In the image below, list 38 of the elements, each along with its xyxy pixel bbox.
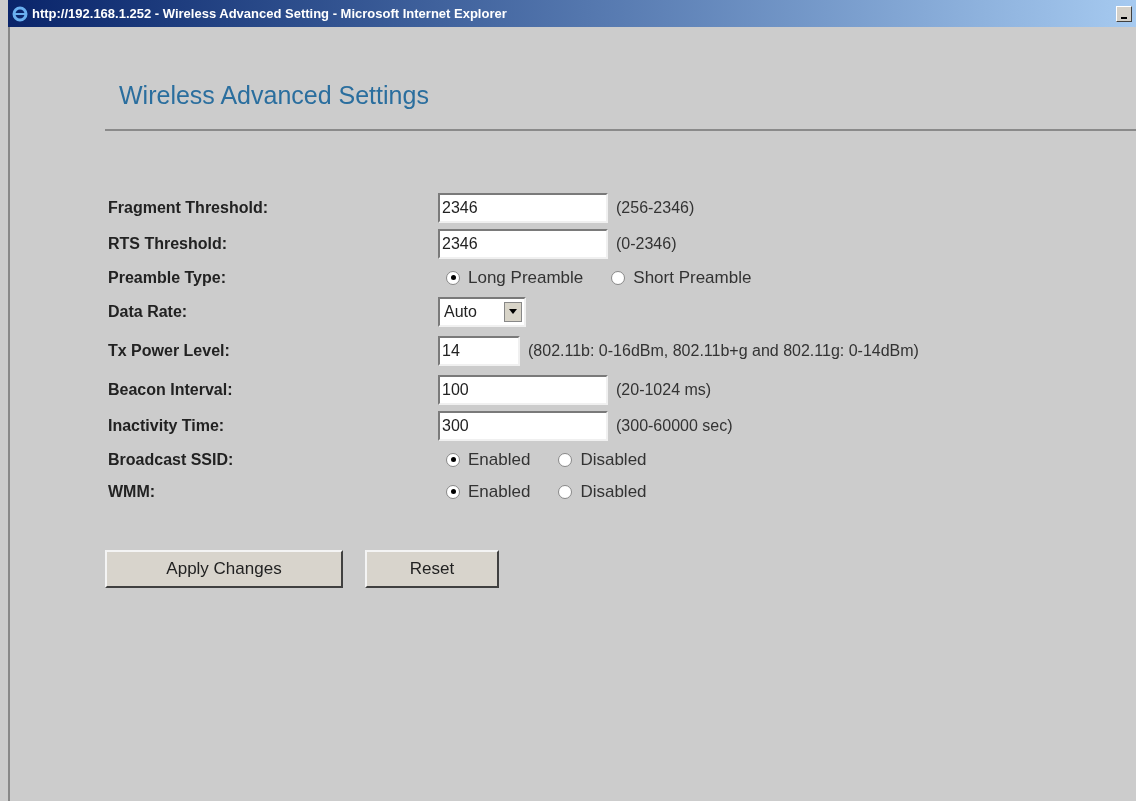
- hint-text: (256-2346): [616, 197, 695, 218]
- radio-button[interactable]: [446, 452, 460, 467]
- hint-text: (0-2346): [616, 233, 677, 254]
- hint-text: (300-60000 sec): [616, 415, 733, 436]
- field-label: Fragment Threshold:: [107, 197, 269, 218]
- input-field[interactable]: 2346: [438, 192, 608, 223]
- field-label: Beacon Interval:: [107, 379, 234, 400]
- dropdown[interactable]: Auto: [438, 296, 526, 327]
- field-label: Data Rate:: [107, 301, 189, 322]
- radio-button[interactable]: [558, 484, 573, 499]
- radio-label: Long Preamble: [468, 266, 584, 289]
- field-label: Preamble Type:: [107, 267, 227, 288]
- field-label: Broadcast SSID:: [107, 449, 235, 470]
- input-field[interactable]: 2346: [438, 228, 608, 259]
- radio-label: Short Preamble: [633, 266, 752, 289]
- radio-label: Enabled: [468, 448, 531, 471]
- field-label: WMM:: [107, 481, 157, 502]
- field-label: RTS Threshold:: [107, 233, 229, 254]
- radio-label: Disabled: [580, 480, 647, 503]
- radio-button[interactable]: [446, 484, 460, 499]
- input-field[interactable]: 14: [438, 335, 520, 366]
- reset-button[interactable]: Reset: [365, 549, 499, 588]
- radio-label: Disabled: [580, 448, 647, 471]
- radio-label: Enabled: [468, 480, 531, 503]
- radio-button[interactable]: [558, 452, 573, 467]
- field-label: Inactivity Time:: [107, 415, 226, 436]
- window-title: http://192.168.1.252 - Wireless Advanced Setting - Microsoft Internet Explorer: [32, 4, 508, 23]
- input-field[interactable]: 300: [438, 410, 608, 441]
- hint-text: (20-1024 ms): [616, 379, 712, 400]
- hint-text: (802.11b: 0-16dBm, 802.11b+g and 802.11g: 0-14dBm): [528, 340, 919, 361]
- minimize-button[interactable]: [1116, 5, 1132, 22]
- radio-button[interactable]: [446, 270, 460, 285]
- apply-button[interactable]: Apply Changes: [105, 549, 343, 588]
- field-label: Tx Power Level:: [107, 340, 231, 361]
- radio-button[interactable]: [611, 270, 626, 285]
- browser-icon: [12, 5, 28, 22]
- page-heading: Wireless Advanced Settings: [119, 80, 430, 111]
- input-field[interactable]: 100: [438, 374, 608, 405]
